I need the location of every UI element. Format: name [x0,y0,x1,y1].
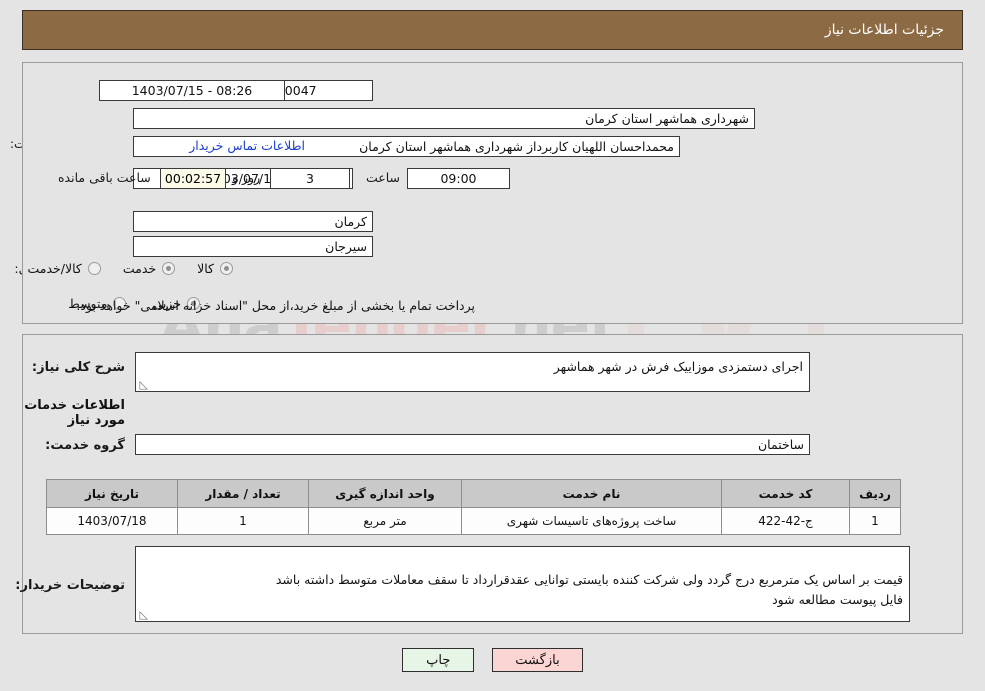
province-value: کرمان [133,211,373,232]
deadline-hour-label: ساعت [365,170,400,185]
services-table: ردیف کد خدمت نام خدمت واحد اندازه گیری ت… [46,479,901,535]
remaining-days-suffix: روز و [232,170,261,185]
col-service-name: نام خدمت [461,479,722,508]
resize-grip-icon[interactable]: ◺ [138,379,148,390]
col-quantity: تعداد / مقدار [177,479,309,508]
table-row: 1 ج-42-422 ساخت پروژه‌های تاسیسات شهری م… [46,507,901,535]
cell-need-date: 1403/07/18 [46,507,178,535]
category-option-kala-label: کالا [197,261,214,276]
remaining-days-value: 3 [270,168,350,189]
buyer-notes-textarea[interactable]: قیمت بر اساس یک مترمربع درج گردد ولی شرک… [135,546,910,622]
city-value: سیرجان [133,236,373,257]
buyer-notes-label: توضیحات خریدار: [15,578,125,593]
summary-textarea[interactable]: اجرای دستمزدی موزاییک فرش در شهر هماشهر … [135,352,810,392]
service-group-label: گروه خدمت: [45,438,125,453]
process-note: پرداخت تمام یا بخشی از مبلغ خرید،از محل … [76,298,475,313]
buyer-org-value: شهرداری هماشهر استان کرمان [133,108,755,129]
buyer-contact-link[interactable]: اطلاعات تماس خریدار [167,138,305,153]
category-option-kala[interactable]: کالا [197,261,233,276]
col-row-no: ردیف [849,479,901,508]
category-option-khedmat[interactable]: خدمت [122,261,176,276]
services-table-wrapper: ردیف کد خدمت نام خدمت واحد اندازه گیری ت… [46,479,901,535]
page-header-banner: جزئیات اطلاعات نیاز [22,10,963,50]
remaining-timer: 00:02:57 [160,168,226,189]
radio-khedmat[interactable] [162,262,176,275]
cell-row-no: 1 [849,507,901,535]
col-need-date: تاریخ نیاز [46,479,178,508]
page-root: AnaTender.net جزئیات اطلاعات نیاز شماره … [0,0,985,691]
category-radio-group: کالا خدمت کالا/خدمت [27,261,233,276]
announce-datetime-value: 08:26 - 1403/07/15 [99,80,285,101]
cell-service-code: ج-42-422 [721,507,850,535]
resize-grip-icon-notes[interactable]: ◺ [138,609,148,620]
buyer-notes-value: قیمت بر اساس یک مترمربع درج گردد ولی شرک… [275,572,903,607]
table-header-row: ردیف کد خدمت نام خدمت واحد اندازه گیری ت… [46,479,901,508]
col-service-code: کد خدمت [721,479,850,508]
category-option-kala-khedmat-label: کالا/خدمت [27,261,82,276]
category-option-khedmat-label: خدمت [122,261,157,276]
summary-label: شرح کلی نیاز: [31,360,125,375]
summary-value: اجرای دستمزدی موزاییک فرش در شهر هماشهر [553,359,803,374]
radio-kala[interactable] [220,262,233,275]
back-button[interactable]: بازگشت [492,648,583,672]
need-info-panel [22,62,963,324]
services-heading: اطلاعات خدمات مورد نیاز [24,398,125,428]
bottom-button-bar: بازگشت چاپ [0,648,985,672]
page-title: جزئیات اطلاعات نیاز [824,22,944,38]
remaining-timer-suffix: ساعت باقی مانده [58,170,151,185]
service-group-value: ساختمان [135,434,810,455]
cell-quantity: 1 [177,507,309,535]
cell-unit: متر مربع [308,507,462,535]
deadline-hour-value: 09:00 [407,168,510,189]
col-unit: واحد اندازه گیری [308,479,462,508]
radio-kala-khedmat[interactable] [87,262,101,275]
cell-service-name: ساخت پروژه‌های تاسیسات شهری [461,507,722,535]
category-option-kala-khedmat[interactable]: کالا/خدمت [27,261,101,276]
print-button[interactable]: چاپ [402,648,475,672]
